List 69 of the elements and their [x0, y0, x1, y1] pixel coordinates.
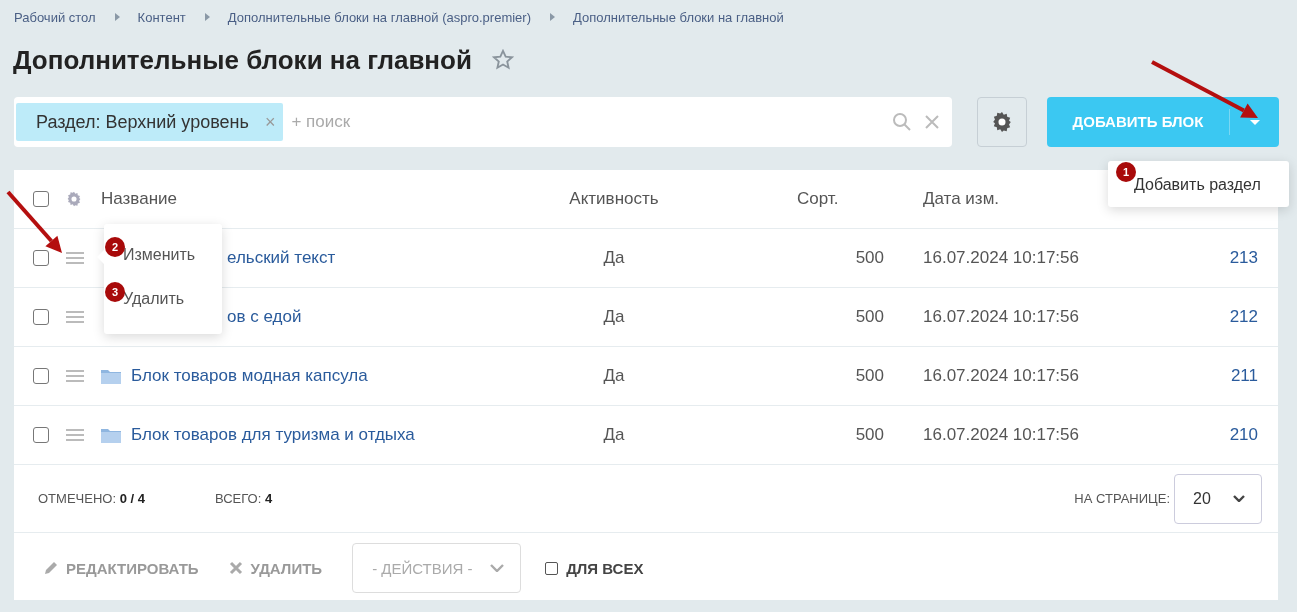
arrow [6, 190, 62, 253]
menu-icon[interactable] [66, 370, 84, 382]
menu-icon[interactable] [66, 252, 84, 264]
star-icon[interactable] [491, 49, 514, 71]
checked-count: ОТМЕЧЕНО: 0 / 4 [38, 491, 145, 506]
folder-icon [101, 427, 121, 443]
id-link[interactable]: 211 [1230, 366, 1258, 385]
row-name-link[interactable]: Блок товаров модная капсула [131, 366, 368, 386]
breadcrumb-link[interactable]: Контент [137, 9, 186, 25]
filter-tag[interactable]: Раздел: Верхний уровень × [16, 103, 284, 141]
chevron-icon [114, 13, 120, 21]
menu-item[interactable]: Изменить [123, 246, 222, 290]
column-header[interactable]: Активность [514, 189, 714, 209]
number-badge: 3 [105, 282, 125, 302]
breadcrumb-link[interactable]: Рабочий стол [14, 9, 96, 25]
breadcrumb-link[interactable]: Дополнительные блоки на главной (aspro.premier) [227, 9, 531, 25]
table-cell-text: Да [602, 366, 626, 386]
row-name-link[interactable]: Блок товаров для туризма и отдыха [131, 425, 415, 445]
table-cell-text: Да [602, 425, 626, 445]
row-checkbox[interactable] [33, 250, 49, 266]
settings-icon [991, 111, 1013, 133]
column-header[interactable]: Название [101, 189, 514, 209]
chevron-down-icon [490, 564, 505, 572]
chevron-icon [204, 13, 210, 21]
table-cell: 16.07.2024 10:17:56 [923, 248, 1079, 267]
table-cell: 16.07.2024 10:17:56 [923, 366, 1079, 385]
search-field[interactable]: Раздел: Верхний уровень × + поиск [14, 97, 952, 147]
row-checkbox[interactable] [33, 427, 49, 443]
table-cell: 500 [855, 248, 884, 267]
table-cell: 500 [855, 307, 884, 326]
number-badge: 2 [105, 237, 125, 257]
total-count: ВСЕГО: 4 [214, 491, 273, 506]
per-page-label: НА СТРАНИЦЕ: [1074, 491, 1170, 506]
number-badge: 1 [1116, 162, 1136, 182]
menu-item[interactable]: Удалить [123, 290, 222, 334]
breadcrumb-link[interactable]: Дополнительные блоки на главной [573, 9, 784, 25]
row-checkbox[interactable] [33, 309, 49, 325]
menu-icon[interactable] [66, 429, 84, 441]
settings-icon[interactable] [66, 191, 82, 207]
row-checkbox[interactable] [33, 368, 49, 384]
table-cell: 500 [855, 425, 884, 444]
table-cell-text: Да [602, 248, 626, 268]
search-icon[interactable] [892, 112, 912, 132]
column-header[interactable]: Дата изм. [923, 189, 1000, 208]
row-name-link[interactable]: ельский текст [227, 248, 336, 268]
column-header[interactable]: Сорт. [797, 189, 839, 208]
row-name-link[interactable]: ов с едой [227, 307, 302, 327]
folder-icon [101, 368, 121, 384]
menu-icon[interactable] [66, 311, 84, 323]
per-page-select[interactable]: 20 [1174, 473, 1262, 524]
menu-item[interactable]: Добавить раздел [1134, 176, 1261, 194]
table-cell: 16.07.2024 10:17:56 [923, 425, 1079, 444]
page-title: Дополнительные блоки на главной [13, 44, 472, 76]
id-link[interactable]: 210 [1229, 425, 1258, 444]
pencil-icon [44, 561, 58, 575]
settings-button[interactable] [977, 97, 1027, 147]
for-all-checkbox[interactable] [545, 561, 559, 575]
select-all-checkbox[interactable] [33, 191, 49, 207]
chevron-icon [550, 13, 555, 21]
id-link[interactable]: 212 [1229, 307, 1258, 326]
table-cell: 16.07.2024 10:17:56 [923, 307, 1079, 326]
cross-icon [228, 561, 243, 575]
table-cell-text: Да [602, 307, 626, 327]
for-all-label: ДЛЯ ВСЕХ [566, 559, 644, 577]
id-link[interactable]: 213 [1229, 248, 1258, 267]
close-icon[interactable] [924, 114, 940, 130]
chevron-down-icon [1233, 495, 1245, 502]
filter-tag-label: Раздел: Верхний уровень [36, 111, 249, 133]
table-cell: 500 [855, 366, 884, 385]
